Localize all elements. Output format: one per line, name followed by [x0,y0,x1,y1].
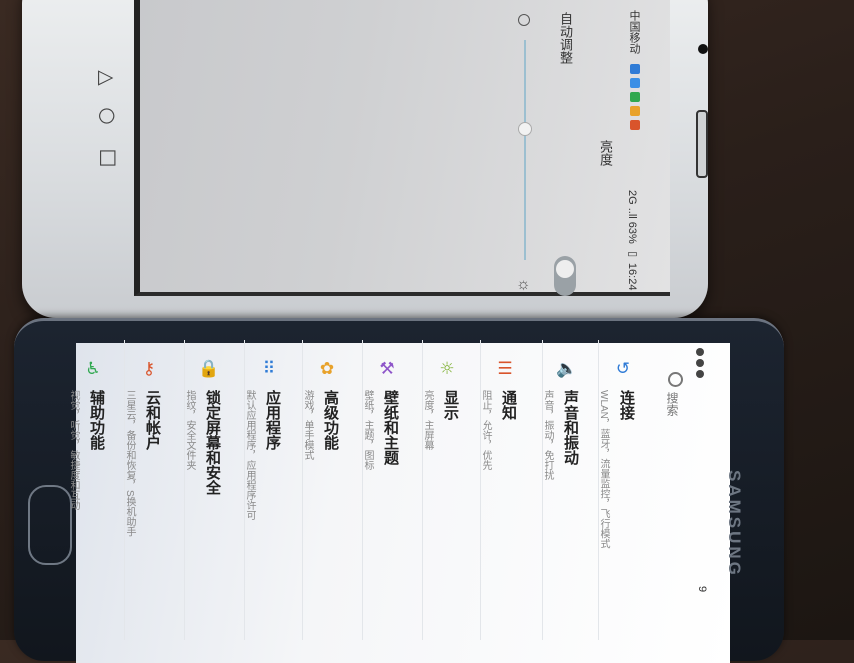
menu-item-title: 通知 [500,390,517,420]
app-icon-2 [630,78,640,88]
menu-divider [184,340,185,640]
front-camera [698,44,708,54]
top-phone-screen [134,0,670,296]
wifi-icon: ↺ [615,359,631,379]
carrier-status: 中国移动 [628,10,640,54]
home-key-icon[interactable]: ○ [97,107,121,124]
search-icon[interactable] [668,372,683,387]
menu-divider [598,340,599,640]
navigation-keys: △ ○ □ [92,0,132,318]
brand-logo: SAMSUNG [725,470,744,578]
menu-divider [480,340,481,640]
menu-divider [124,340,125,640]
status-battery-time: 2G ..ll 63% ▭ 16:24 [626,190,638,291]
notification-icon: ☰ [497,359,513,379]
menu-divider [244,340,245,640]
menu-divider [542,340,543,640]
speaker-icon: 🔈 [556,359,578,379]
menu-divider [422,340,423,640]
menu-item-title: 声音和振动 [562,390,579,465]
advanced-icon: ✿ [319,359,335,379]
key-icon: ⚷ [142,359,156,379]
auto-adjust-label[interactable]: 自动调整 [556,12,575,64]
status-app-icons [630,64,642,134]
display-icon: ☼ [439,359,455,379]
back-key-icon[interactable]: △ [96,70,120,85]
menu-item-title: 辅助功能 [88,390,105,450]
menu-item-title: 应用程序 [264,390,281,450]
menu-divider [302,340,303,640]
menu-item-title: 连接 [618,390,635,420]
app-icon-1 [630,64,640,74]
app-icon-3 [630,92,640,102]
menu-item-title: 云和帐户 [144,390,161,450]
search-label[interactable]: 搜索 [664,392,681,416]
auto-brightness-toggle[interactable] [554,256,576,296]
accessibility-icon: ♿ [85,359,101,379]
status-dot-icon [696,348,704,356]
menu-item-subtitle: 视觉，听觉，敏捷度和互动 [68,390,79,510]
app-icon-4 [630,106,640,116]
brightness-slider-track[interactable] [524,40,526,260]
menu-item-title: 高级功能 [322,390,339,450]
status-dot-icon [696,359,704,367]
menu-divider [362,340,363,640]
status-bar-icons [696,348,710,381]
brightness-label: 亮度 [598,140,613,166]
status-dot-icon [696,370,704,378]
menu-item-title: 壁纸和主题 [382,390,399,465]
earpiece-speaker [696,110,708,178]
lock-icon: 🔒 [198,359,220,379]
app-icon-5 [630,120,640,130]
menu-item-title: 显示 [442,390,459,420]
sun-icon: ☼ [516,276,531,293]
brightness-low-icon [518,14,530,26]
recents-key-icon[interactable]: □ [97,149,121,168]
brush-icon: ⚒ [379,359,395,379]
brightness-slider-handle[interactable] [518,122,532,136]
menu-item-title: 锁定屏幕和安全 [204,390,221,495]
apps-icon: ⠿ [262,359,276,379]
status-time: 9 [696,586,708,593]
